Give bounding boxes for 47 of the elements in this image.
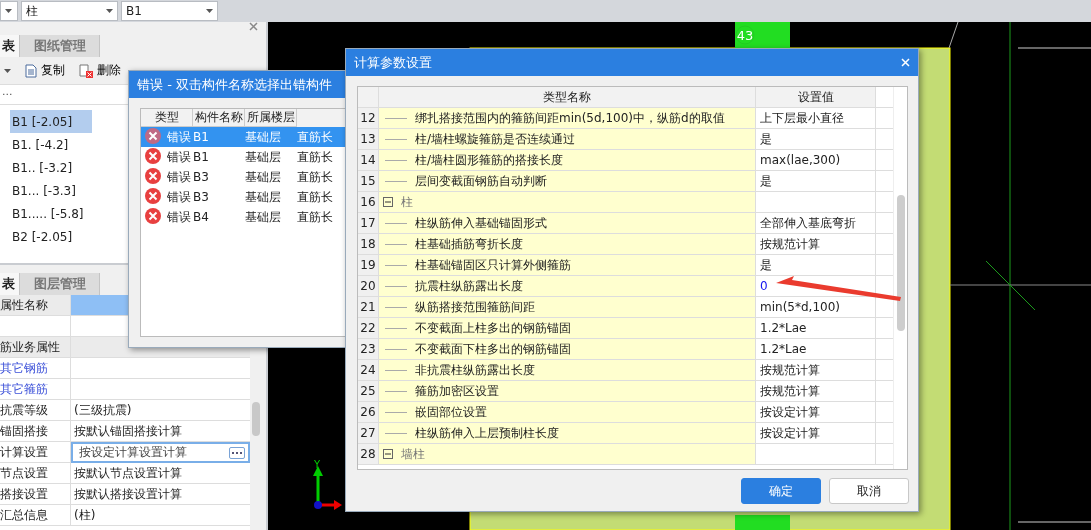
row-number: 14 [358, 150, 379, 170]
setting-name: 绑扎搭接范围内的箍筋间距min(5d,100)中，纵筋d的取值 [415, 109, 725, 127]
setting-name: 不变截面上柱多出的钢筋锚固 [415, 319, 571, 337]
row-number: 18 [358, 234, 379, 254]
dialog-title: 计算参数设置 [354, 53, 432, 72]
axis-marker: 43 [735, 25, 755, 45]
row-number: 25 [358, 381, 379, 401]
axis-drawing: Y [313, 459, 342, 510]
row-number: 21 [358, 297, 379, 317]
setting-name: 不变截面下柱多出的钢筋锚固 [415, 340, 571, 358]
setting-name: 纵筋搭接范围箍筋间距 [415, 298, 535, 316]
setting-name: 柱/墙柱圆形箍筋的搭接长度 [415, 151, 564, 169]
setting-name: 抗震柱纵筋露出长度 [415, 277, 523, 295]
property-name: 锚固搭接 [0, 421, 71, 441]
property-name: 计算设置 [0, 442, 71, 462]
row-number: 23 [358, 339, 379, 359]
setting-name: 柱纵筋伸入上层预制柱长度 [415, 424, 559, 442]
setting-name: 柱基础插筋弯折长度 [415, 235, 523, 253]
setting-name: 柱纵筋伸入基础锚固形式 [415, 214, 547, 232]
row-number: 24 [358, 360, 379, 380]
setting-name: 箍筋加密区设置 [415, 382, 499, 400]
setting-name: 嵌固部位设置 [415, 403, 487, 421]
row-number: 17 [358, 213, 379, 233]
row-number: 22 [358, 318, 379, 338]
property-name: 汇总信息 [0, 505, 71, 525]
row-number: 28 [358, 444, 379, 464]
setting-name: 层间变截面钢筋自动判断 [415, 172, 547, 190]
property-name: 抗震等级 [0, 400, 71, 420]
row-number: 27 [358, 423, 379, 443]
setting-name: 柱基础锚固区只计算外侧箍筋 [415, 256, 571, 274]
row-number: 16 [358, 192, 379, 212]
setting-name: 柱/墙柱螺旋箍筋是否连续通过 [415, 130, 576, 148]
property-name: 搭接设置 [0, 484, 71, 504]
row-number: 20 [358, 276, 379, 296]
setting-name: 非抗震柱纵筋露出长度 [415, 361, 535, 379]
group-label: 柱 [401, 193, 413, 211]
property-name: 节点设置 [0, 463, 71, 483]
row-number: 19 [358, 255, 379, 275]
group-label: 墙柱 [401, 445, 425, 463]
column-header: 类型名称 [379, 87, 756, 107]
row-number: 13 [358, 129, 379, 149]
row-number: 15 [358, 171, 379, 191]
column-header: 设置值 [756, 87, 876, 107]
row-number: 26 [358, 402, 379, 422]
group-label: 筋业务属性 [0, 337, 71, 357]
row-number: 12 [358, 108, 379, 128]
column-header: 属性名称 [0, 295, 71, 315]
